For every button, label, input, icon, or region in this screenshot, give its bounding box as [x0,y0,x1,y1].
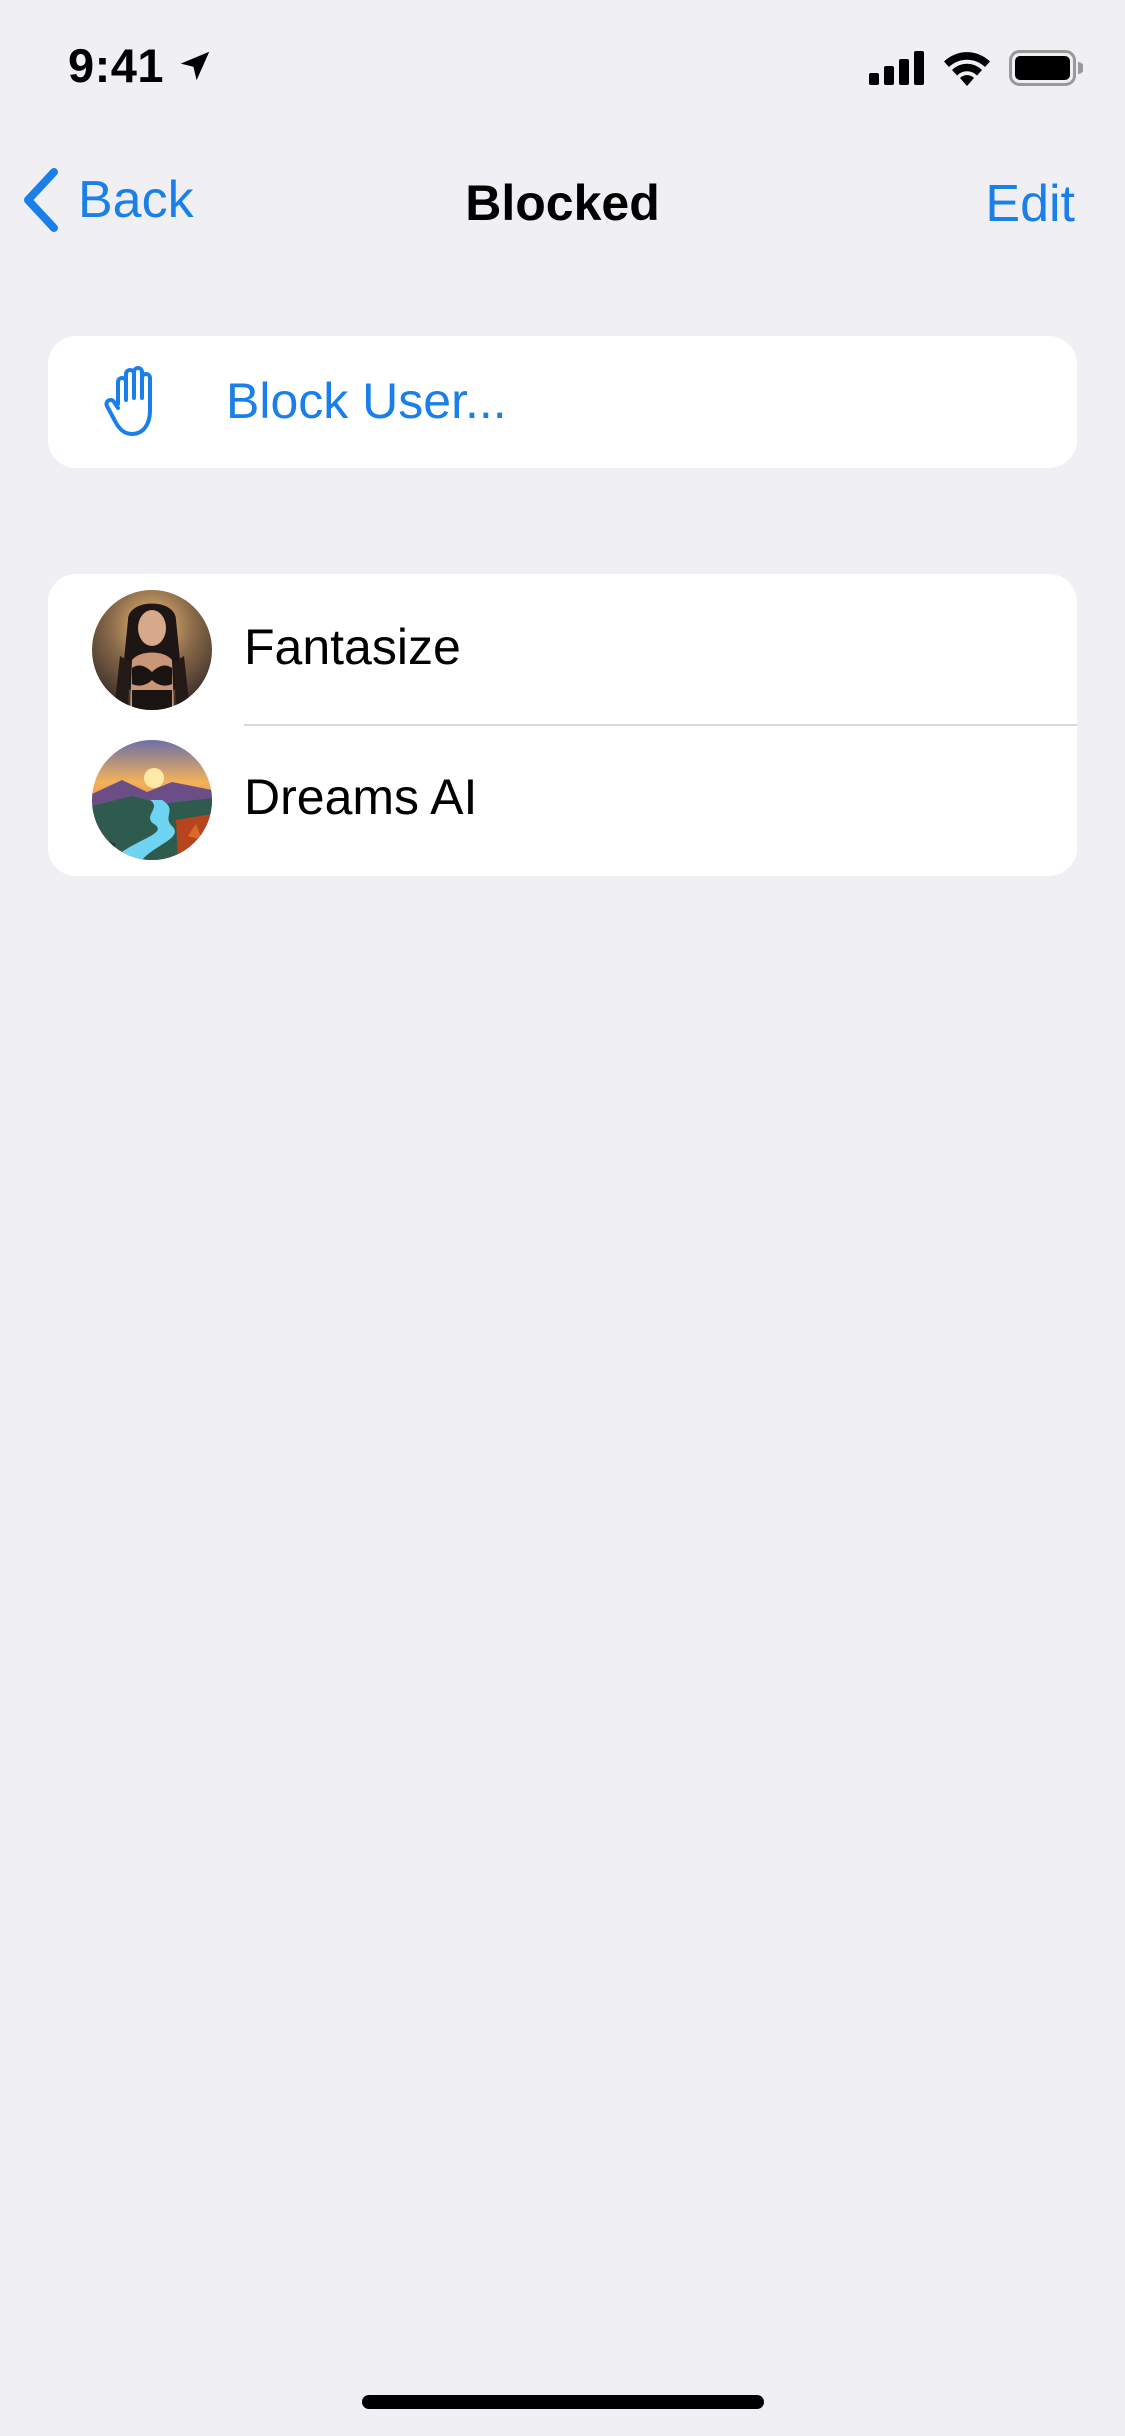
user-name: Dreams AI [244,769,478,825]
block-user-label: Block User... [226,373,507,429]
page-title: Blocked [465,175,660,231]
hand-raised-icon [104,366,152,436]
avatar [92,740,212,860]
battery-icon [1009,50,1083,86]
blocked-users-list: Fantasize Dreams AI [48,574,1077,876]
landscape-avatar-image [92,740,212,860]
block-user-button[interactable]: Block User... [48,336,1077,468]
wifi-icon [944,52,990,86]
avatar [92,590,212,710]
portrait-avatar-image [92,590,212,710]
list-item[interactable]: Fantasize [48,574,1077,726]
edit-button[interactable]: Edit [985,174,1075,234]
status-time: 9:41 [68,38,214,93]
status-icons [869,50,1083,86]
time-label: 9:41 [68,39,165,92]
location-arrow-icon [180,51,210,80]
status-bar: 9:41 [0,0,1125,140]
cellular-signal-icon [869,51,924,85]
home-indicator[interactable] [362,2395,764,2409]
user-name: Fantasize [244,619,461,675]
list-item[interactable]: Dreams AI [48,724,1077,874]
navigation-bar: Back Blocked Edit [0,140,1125,260]
